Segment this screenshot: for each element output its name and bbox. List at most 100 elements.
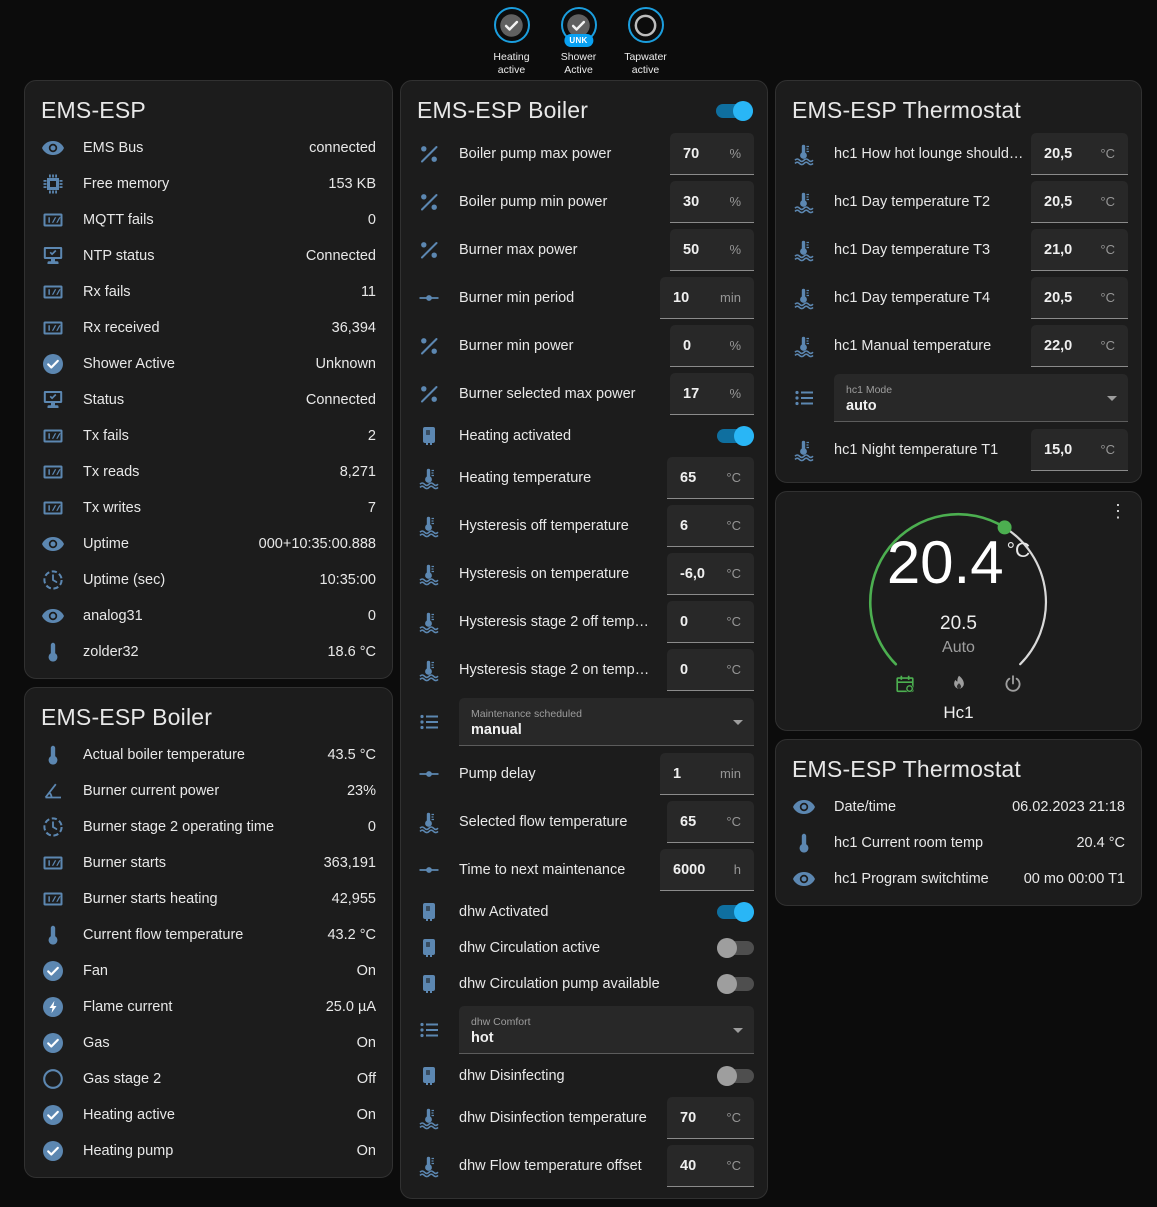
entity-label: Gas [83,1035,349,1051]
number-input-selected-flow-temperature[interactable]: 65°C [667,801,754,843]
menu-kebab-icon[interactable]: ⋮ [1109,502,1127,520]
number-input-hysteresis-off-temperature[interactable]: 6°C [667,505,754,547]
number-input-burner-selected-max-power[interactable]: 17% [670,373,754,415]
number-input-hc1-manual-temperature[interactable]: 22,0°C [1031,325,1128,367]
entity-row-dhw-circulation-pump-available: dhw Circulation pump available [401,966,767,1002]
calendar-sync-icon[interactable] [894,673,916,695]
entity-row-analog31[interactable]: analog310 [25,598,392,634]
entity-row-gas[interactable]: GasOn [25,1025,392,1061]
clock-icon [41,815,65,839]
thermo-water-icon [792,142,816,166]
entity-row-flame-current[interactable]: Flame current25.0 µA [25,989,392,1025]
entity-row-tx-fails[interactable]: Tx fails2 [25,418,392,454]
entity-row-status[interactable]: StatusConnected [25,382,392,418]
entity-row-hc1-current-room-temp[interactable]: hc1 Current room temp20.4 °C [776,825,1141,861]
number-input-dhw-flow-temperature-offset[interactable]: 40°C [667,1145,754,1187]
entity-label: Uptime [83,536,251,552]
entity-label: Heating active [83,1107,349,1123]
entity-value: 0 [368,608,376,624]
check-circle-icon [41,1031,65,1055]
entity-row-gas-stage-2[interactable]: Gas stage 2Off [25,1061,392,1097]
entity-label: dhw Disinfecting [459,1068,717,1084]
toggle-dhw-activated[interactable] [717,905,754,919]
entity-label: Heating pump [83,1143,349,1159]
toggle-heating-activated[interactable] [717,429,754,443]
number-unit: °C [726,1158,741,1173]
entity-row-zolder32[interactable]: zolder3218.6 °C [25,634,392,670]
number-input-boiler-pump-max-power[interactable]: 70% [670,133,754,175]
entity-row-free-memory[interactable]: Free memory153 KB [25,166,392,202]
entity-label: Flame current [83,999,318,1015]
boiler-master-toggle[interactable] [716,104,753,118]
badge-shower-active[interactable]: UNKShower Active [550,7,608,76]
number-input-hc1-day-temperature-t4[interactable]: 20,5°C [1031,277,1128,319]
number-input-boiler-pump-min-power[interactable]: 30% [670,181,754,223]
entity-row-uptime[interactable]: Uptime000+10:35:00.888 [25,526,392,562]
badge-heating-active[interactable]: Heating active [483,7,541,76]
select-hc1-mode[interactable]: hc1 Modeauto [834,374,1128,422]
number-value: 0 [680,614,688,630]
column-right: EMS-ESP Thermostat hc1 How hot lounge sh… [775,80,1142,914]
entity-row-burner-stage-2-operating-time[interactable]: Burner stage 2 operating time0 [25,809,392,845]
entity-row-heating-pump[interactable]: Heating pumpOn [25,1133,392,1169]
circle-outline-icon [41,1067,65,1091]
number-input-hc1-day-temperature-t2[interactable]: 20,5°C [1031,181,1128,223]
entity-row-boiler-pump-min-power: Boiler pump min power30% [401,178,767,226]
number-value: 6000 [673,862,705,878]
toggle-dhw-disinfecting[interactable] [717,1069,754,1083]
entity-value: 7 [368,500,376,516]
number-value: 65 [680,470,696,486]
entity-row-uptime-sec[interactable]: Uptime (sec)10:35:00 [25,562,392,598]
number-input-dhw-disinfection-temperature[interactable]: 70°C [667,1097,754,1139]
entity-row-rx-fails[interactable]: Rx fails11 [25,274,392,310]
entity-row-ntp-status[interactable]: NTP statusConnected [25,238,392,274]
entity-row-burner-current-power[interactable]: Burner current power23% [25,773,392,809]
fire-icon[interactable] [948,673,970,695]
number-input-hc1-day-temperature-t3[interactable]: 21,0°C [1031,229,1128,271]
badge-tapwater-active[interactable]: Tapwater active [617,7,675,76]
entity-row-shower-active[interactable]: Shower ActiveUnknown [25,346,392,382]
select-dhw-comfort[interactable]: dhw Comforthot [459,1006,754,1054]
number-input-pump-delay[interactable]: 1min [660,753,754,795]
entity-row-hc1-program-switchtime[interactable]: hc1 Program switchtime00 mo 00:00 T1 [776,861,1141,897]
entity-value: 0 [368,819,376,835]
number-input-burner-min-power[interactable]: 0% [670,325,754,367]
number-input-burner-min-period[interactable]: 10min [660,277,754,319]
number-input-hc1-night-temperature-t1[interactable]: 15,0°C [1031,429,1128,471]
entity-row-tx-writes[interactable]: Tx writes7 [25,490,392,526]
entity-row-hc1-how-hot-lounge-should: hc1 How hot lounge should…20,5°C [776,130,1141,178]
list-icon [417,710,441,734]
entity-value: 42,955 [332,891,376,907]
number-input-time-to-next-maintenance[interactable]: 6000h [660,849,754,891]
entity-row-current-flow-temperature[interactable]: Current flow temperature43.2 °C [25,917,392,953]
toggle-dhw-circulation-pump-available[interactable] [717,977,754,991]
thermo-water-icon [417,658,441,682]
entity-row-hc1-mode: hc1 Modeauto [776,370,1141,426]
entity-label: dhw Activated [459,904,717,920]
entity-row-ems-bus[interactable]: EMS Busconnected [25,130,392,166]
number-unit: °C [1100,146,1115,161]
entity-row-burner-starts[interactable]: Burner starts363,191 [25,845,392,881]
counter-icon [41,460,65,484]
number-input-hc1-how-hot-lounge-should[interactable]: 20,5°C [1031,133,1128,175]
entity-row-burner-starts-heating[interactable]: Burner starts heating42,955 [25,881,392,917]
entity-row-rx-received[interactable]: Rx received36,394 [25,310,392,346]
number-input-hysteresis-stage-2-on-temp[interactable]: 0°C [667,649,754,691]
entity-row-heating-active[interactable]: Heating activeOn [25,1097,392,1133]
entity-row-date-time[interactable]: Date/time06.02.2023 21:18 [776,789,1141,825]
select-maintenance-scheduled[interactable]: Maintenance scheduledmanual [459,698,754,746]
number-input-burner-max-power[interactable]: 50% [670,229,754,271]
entity-row-fan[interactable]: FanOn [25,953,392,989]
number-input-hysteresis-stage-2-off-temp[interactable]: 0°C [667,601,754,643]
entity-row-tx-reads[interactable]: Tx reads8,271 [25,454,392,490]
counter-icon [41,316,65,340]
entity-label: hc1 Day temperature T4 [834,290,1031,306]
badge-label: Shower Active [550,51,608,76]
entity-row-mqtt-fails[interactable]: MQTT fails0 [25,202,392,238]
number-unit: °C [726,662,741,677]
power-icon[interactable] [1002,673,1024,695]
toggle-dhw-circulation-active[interactable] [717,941,754,955]
number-input-hysteresis-on-temperature[interactable]: -6,0°C [667,553,754,595]
entity-row-actual-boiler-temperature[interactable]: Actual boiler temperature43.5 °C [25,737,392,773]
number-input-heating-temperature[interactable]: 65°C [667,457,754,499]
